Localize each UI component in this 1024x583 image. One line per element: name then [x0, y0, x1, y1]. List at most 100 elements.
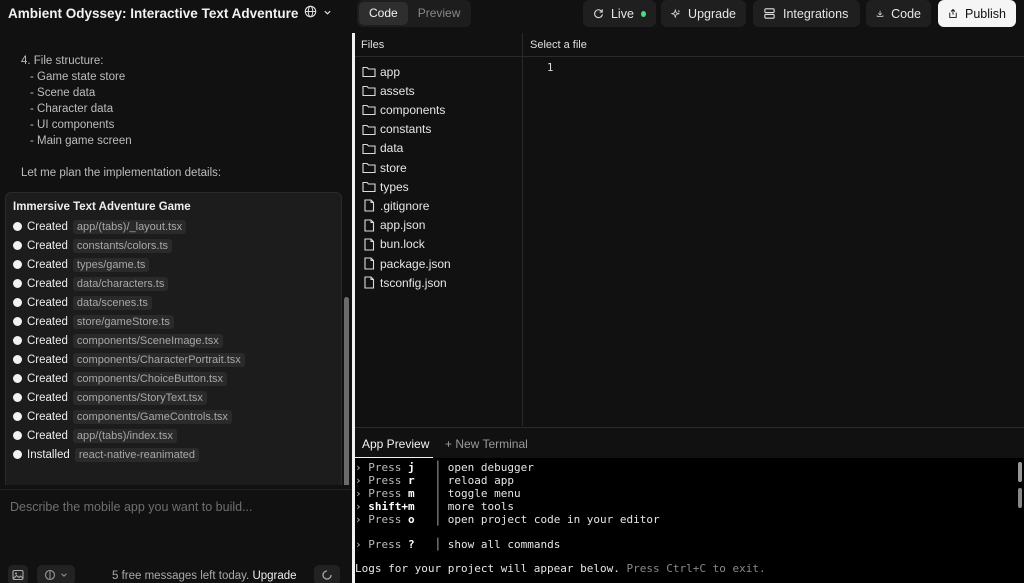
artifact-item[interactable]: Created components/StoryText.tsx: [13, 389, 207, 406]
upgrade-button[interactable]: Upgrade: [661, 0, 746, 27]
tab-preview[interactable]: Preview: [408, 2, 471, 25]
artifact-title: Immersive Text Adventure Game: [13, 201, 191, 213]
artifact-item[interactable]: Created types/game.ts: [13, 256, 150, 273]
integrations-button[interactable]: Integrations: [753, 0, 860, 27]
artifact-item-verb: Created: [27, 410, 68, 423]
chat-text-line: - Scene data: [30, 87, 96, 99]
terminal-logs-line: Logs for your project will appear below.…: [355, 562, 766, 575]
artifact-item[interactable]: Installed react-native-reanimated: [13, 446, 200, 463]
artifact-item[interactable]: Created components/GameControls.tsx: [13, 408, 232, 425]
folder-item[interactable]: types: [362, 177, 409, 196]
terminal-tabs: App Preview + New Terminal: [355, 427, 1024, 459]
file-name: tsconfig.json: [380, 275, 447, 290]
live-status-dot: [640, 10, 646, 17]
artifact-item[interactable]: Created store/gameStore.ts: [13, 313, 174, 330]
artifact-item-path: components/SceneImage.tsx: [72, 333, 223, 348]
publish-label: Publish: [965, 6, 1006, 21]
chevron-down-icon: [61, 573, 67, 577]
artifact-item-path: react-native-reanimated: [74, 447, 200, 462]
refresh-icon: [594, 9, 603, 19]
upgrade-link[interactable]: Upgrade: [252, 570, 296, 582]
artifact-item-path: components/ChoiceButton.tsx: [72, 371, 228, 386]
chat-scrollbar[interactable]: [344, 297, 349, 485]
file-name: app: [380, 64, 401, 79]
artifact-item[interactable]: Created components/CharacterPortrait.tsx: [13, 351, 245, 368]
model-selector[interactable]: [37, 565, 75, 583]
artifact-item-path: data/scenes.ts: [72, 295, 152, 310]
artifact-item[interactable]: Created components/SceneImage.tsx: [13, 332, 223, 349]
file-icon: [362, 238, 376, 251]
shortcut-description: open debugger: [447, 461, 534, 474]
integrations-label: Integrations: [783, 6, 849, 21]
separator: │: [427, 538, 448, 551]
globe-icon: [304, 5, 317, 21]
terminal-shortcut-line: › shift+m │ more tools: [355, 500, 514, 513]
file-icon: [362, 276, 376, 289]
project-title-menu[interactable]: Ambient Odyssey: Interactive Text Advent…: [8, 5, 332, 21]
artifact-item[interactable]: Created data/characters.ts: [13, 275, 169, 292]
terminal-output[interactable]: › Press j │ open debugger › Press r │ rel…: [355, 458, 1024, 583]
artifact-item-verb: Created: [27, 391, 68, 404]
top-bar: Ambient Odyssey: Interactive Text Advent…: [0, 0, 1024, 27]
artifact-item[interactable]: Created components/ChoiceButton.tsx: [13, 370, 228, 387]
shortcut-key: o: [407, 513, 415, 526]
file-item[interactable]: .gitignore: [362, 196, 429, 215]
folder-icon: [362, 180, 376, 193]
chevron-down-icon: [323, 6, 332, 20]
prompt-input[interactable]: [10, 500, 340, 514]
loading-button[interactable]: [314, 565, 340, 583]
status-dot: [13, 222, 22, 231]
live-button[interactable]: Live: [583, 0, 656, 27]
tab-app-preview[interactable]: App Preview: [362, 437, 429, 451]
model-icon: [44, 569, 56, 581]
file-item[interactable]: app.json: [362, 216, 425, 235]
artifact-item[interactable]: Created constants/colors.ts: [13, 237, 173, 254]
folder-item[interactable]: store: [362, 158, 407, 177]
artifact-item[interactable]: Created app/(tabs)/_layout.tsx: [13, 218, 187, 235]
artifact-item-path: components/GameControls.tsx: [72, 409, 232, 424]
file-name: app.json: [380, 218, 426, 233]
artifact-item[interactable]: Created app/(tabs)/index.tsx: [13, 427, 177, 444]
chat-text-line: - Main game screen: [30, 135, 132, 147]
code-editor[interactable]: Select a file 1: [523, 33, 1024, 426]
download-code-button[interactable]: Code: [866, 0, 931, 27]
shortcut-description: toggle menu: [447, 487, 521, 500]
folder-item[interactable]: assets: [362, 81, 415, 100]
terminal-scrollbar-lower[interactable]: [1018, 488, 1022, 508]
publish-button[interactable]: Publish: [938, 0, 1016, 27]
file-explorer: Files app assets components constants data st…: [355, 33, 523, 426]
folder-item[interactable]: data: [362, 139, 403, 158]
file-name: data: [380, 141, 404, 156]
attach-image-button[interactable]: [8, 565, 28, 583]
shortcut-prefix: › Press: [355, 474, 402, 487]
file-item[interactable]: tsconfig.json: [362, 273, 447, 292]
artifact-item[interactable]: Created data/scenes.ts: [13, 294, 152, 311]
artifact-card[interactable]: Immersive Text Adventure Game Created app…: [5, 192, 342, 485]
separator: │: [427, 513, 448, 526]
folder-item[interactable]: components: [362, 100, 445, 119]
status-dot: [13, 355, 22, 364]
shortcut-prefix: › Press: [355, 513, 402, 526]
file-name: package.json: [380, 256, 451, 271]
status-dot: [13, 412, 22, 421]
status-dot: [13, 241, 22, 250]
upgrade-label: Upgrade: [688, 6, 736, 21]
folder-item[interactable]: constants: [362, 120, 431, 139]
file-name: types: [380, 179, 409, 194]
image-icon: [12, 569, 24, 581]
file-item[interactable]: package.json: [362, 254, 451, 273]
terminal-scrollbar[interactable]: [1018, 462, 1022, 482]
terminal-shortcut-line: › Press r │ reload app: [355, 474, 514, 487]
tab-code[interactable]: Code: [359, 2, 408, 25]
folder-item[interactable]: app: [362, 62, 400, 81]
file-icon: [362, 219, 376, 232]
logs-text: Logs for your project will appear below.: [355, 562, 620, 575]
separator: │: [427, 487, 448, 500]
separator: │: [427, 474, 448, 487]
files-header: Files: [355, 33, 522, 57]
artifact-item-verb: Created: [27, 315, 68, 328]
folder-icon: [362, 84, 376, 97]
file-item[interactable]: bun.lock: [362, 235, 425, 254]
spinner-icon: [322, 570, 332, 580]
new-terminal-button[interactable]: + New Terminal: [445, 437, 528, 451]
